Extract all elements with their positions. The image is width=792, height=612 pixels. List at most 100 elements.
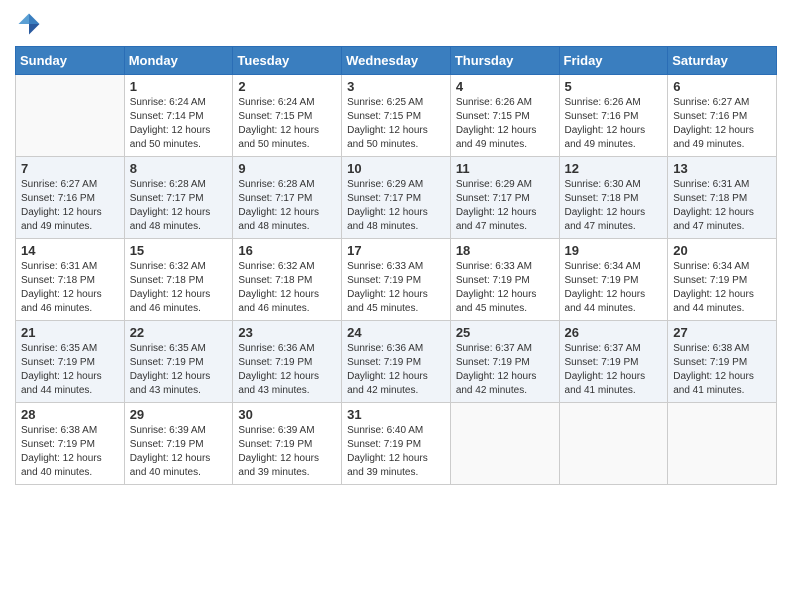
calendar-cell: 17 Sunrise: 6:33 AMSunset: 7:19 PMDayligh…	[342, 239, 451, 321]
day-number: 17	[347, 243, 445, 258]
calendar-cell: 8 Sunrise: 6:28 AMSunset: 7:17 PMDaylight…	[124, 157, 233, 239]
calendar-cell: 18 Sunrise: 6:33 AMSunset: 7:19 PMDayligh…	[450, 239, 559, 321]
days-header-row: SundayMondayTuesdayWednesdayThursdayFrid…	[16, 47, 777, 75]
day-number: 29	[130, 407, 228, 422]
day-number: 22	[130, 325, 228, 340]
day-info: Sunrise: 6:30 AMSunset: 7:18 PMDaylight:…	[565, 178, 663, 234]
logo-icon	[15, 10, 43, 38]
day-number: 23	[238, 325, 336, 340]
day-info: Sunrise: 6:29 AMSunset: 7:17 PMDaylight:…	[456, 178, 554, 234]
day-info: Sunrise: 6:25 AMSunset: 7:15 PMDaylight:…	[347, 96, 445, 152]
day-info: Sunrise: 6:28 AMSunset: 7:17 PMDaylight:…	[238, 178, 336, 234]
day-info: Sunrise: 6:33 AMSunset: 7:19 PMDaylight:…	[456, 260, 554, 316]
day-number: 15	[130, 243, 228, 258]
calendar-cell: 19 Sunrise: 6:34 AMSunset: 7:19 PMDayligh…	[559, 239, 668, 321]
calendar-week-row: 1 Sunrise: 6:24 AMSunset: 7:14 PMDaylight…	[16, 75, 777, 157]
calendar-cell: 13Sunrise: 6:31 AMSunset: 7:18 PMDayligh…	[668, 157, 777, 239]
calendar-cell: 16 Sunrise: 6:32 AMSunset: 7:18 PMDayligh…	[233, 239, 342, 321]
day-info: Sunrise: 6:26 AMSunset: 7:15 PMDaylight:…	[456, 96, 554, 152]
calendar-cell: 5Sunrise: 6:26 AMSunset: 7:16 PMDaylight…	[559, 75, 668, 157]
day-info: Sunrise: 6:34 AMSunset: 7:19 PMDaylight:…	[673, 260, 771, 316]
day-number: 25	[456, 325, 554, 340]
day-info: Sunrise: 6:35 AMSunset: 7:19 PMDaylight:…	[130, 342, 228, 398]
day-header-monday: Monday	[124, 47, 233, 75]
day-number: 20	[673, 243, 771, 258]
calendar-cell	[450, 403, 559, 485]
day-number: 5	[565, 79, 663, 94]
day-info: Sunrise: 6:40 AMSunset: 7:19 PMDaylight:…	[347, 424, 445, 480]
calendar-cell	[16, 75, 125, 157]
day-number: 11	[456, 161, 554, 176]
day-number: 27	[673, 325, 771, 340]
calendar-cell: 4 Sunrise: 6:26 AMSunset: 7:15 PMDaylight…	[450, 75, 559, 157]
calendar-cell: 24 Sunrise: 6:36 AMSunset: 7:19 PMDayligh…	[342, 321, 451, 403]
day-number: 16	[238, 243, 336, 258]
calendar-cell: 2 Sunrise: 6:24 AMSunset: 7:15 PMDaylight…	[233, 75, 342, 157]
day-info: Sunrise: 6:38 AMSunset: 7:19 PMDaylight:…	[673, 342, 771, 398]
calendar-cell: 10Sunrise: 6:29 AMSunset: 7:17 PMDayligh…	[342, 157, 451, 239]
day-number: 30	[238, 407, 336, 422]
day-info: Sunrise: 6:35 AMSunset: 7:19 PMDaylight:…	[21, 342, 119, 398]
calendar-cell: 26 Sunrise: 6:37 AMSunset: 7:19 PMDayligh…	[559, 321, 668, 403]
day-info: Sunrise: 6:24 AMSunset: 7:14 PMDaylight:…	[130, 96, 228, 152]
day-info: Sunrise: 6:27 AMSunset: 7:16 PMDaylight:…	[21, 178, 119, 234]
calendar-cell: 29 Sunrise: 6:39 AMSunset: 7:19 PMDayligh…	[124, 403, 233, 485]
day-info: Sunrise: 6:29 AMSunset: 7:17 PMDaylight:…	[347, 178, 445, 234]
calendar-cell: 11 Sunrise: 6:29 AMSunset: 7:17 PMDayligh…	[450, 157, 559, 239]
calendar-cell: 14Sunrise: 6:31 AMSunset: 7:18 PMDayligh…	[16, 239, 125, 321]
day-number: 28	[21, 407, 119, 422]
calendar-cell: 22 Sunrise: 6:35 AMSunset: 7:19 PMDayligh…	[124, 321, 233, 403]
calendar-cell	[559, 403, 668, 485]
day-info: Sunrise: 6:36 AMSunset: 7:19 PMDaylight:…	[347, 342, 445, 398]
calendar-cell: 15 Sunrise: 6:32 AMSunset: 7:18 PMDayligh…	[124, 239, 233, 321]
day-number: 8	[130, 161, 228, 176]
day-info: Sunrise: 6:32 AMSunset: 7:18 PMDaylight:…	[238, 260, 336, 316]
day-number: 2	[238, 79, 336, 94]
calendar-week-row: 28 Sunrise: 6:38 AMSunset: 7:19 PMDayligh…	[16, 403, 777, 485]
day-header-tuesday: Tuesday	[233, 47, 342, 75]
calendar-cell: 27 Sunrise: 6:38 AMSunset: 7:19 PMDayligh…	[668, 321, 777, 403]
calendar-cell: 21 Sunrise: 6:35 AMSunset: 7:19 PMDayligh…	[16, 321, 125, 403]
day-header-wednesday: Wednesday	[342, 47, 451, 75]
day-info: Sunrise: 6:39 AMSunset: 7:19 PMDaylight:…	[238, 424, 336, 480]
day-info: Sunrise: 6:34 AMSunset: 7:19 PMDaylight:…	[565, 260, 663, 316]
calendar-cell: 7 Sunrise: 6:27 AMSunset: 7:16 PMDaylight…	[16, 157, 125, 239]
calendar-cell: 31Sunrise: 6:40 AMSunset: 7:19 PMDayligh…	[342, 403, 451, 485]
day-info: Sunrise: 6:27 AMSunset: 7:16 PMDaylight:…	[673, 96, 771, 152]
day-number: 4	[456, 79, 554, 94]
calendar-cell: 20 Sunrise: 6:34 AMSunset: 7:19 PMDayligh…	[668, 239, 777, 321]
day-number: 6	[673, 79, 771, 94]
day-info: Sunrise: 6:28 AMSunset: 7:17 PMDaylight:…	[130, 178, 228, 234]
day-info: Sunrise: 6:37 AMSunset: 7:19 PMDaylight:…	[565, 342, 663, 398]
day-header-sunday: Sunday	[16, 47, 125, 75]
page-header	[15, 10, 777, 38]
day-number: 21	[21, 325, 119, 340]
calendar-cell: 9 Sunrise: 6:28 AMSunset: 7:17 PMDaylight…	[233, 157, 342, 239]
calendar-cell: 12 Sunrise: 6:30 AMSunset: 7:18 PMDayligh…	[559, 157, 668, 239]
day-header-thursday: Thursday	[450, 47, 559, 75]
calendar-cell	[668, 403, 777, 485]
day-info: Sunrise: 6:37 AMSunset: 7:19 PMDaylight:…	[456, 342, 554, 398]
day-number: 7	[21, 161, 119, 176]
calendar-week-row: 21 Sunrise: 6:35 AMSunset: 7:19 PMDayligh…	[16, 321, 777, 403]
calendar-cell: 25 Sunrise: 6:37 AMSunset: 7:19 PMDayligh…	[450, 321, 559, 403]
day-info: Sunrise: 6:24 AMSunset: 7:15 PMDaylight:…	[238, 96, 336, 152]
day-number: 24	[347, 325, 445, 340]
day-number: 26	[565, 325, 663, 340]
day-info: Sunrise: 6:39 AMSunset: 7:19 PMDaylight:…	[130, 424, 228, 480]
day-number: 13	[673, 161, 771, 176]
day-info: Sunrise: 6:33 AMSunset: 7:19 PMDaylight:…	[347, 260, 445, 316]
calendar-cell: 6 Sunrise: 6:27 AMSunset: 7:16 PMDaylight…	[668, 75, 777, 157]
day-info: Sunrise: 6:32 AMSunset: 7:18 PMDaylight:…	[130, 260, 228, 316]
day-number: 9	[238, 161, 336, 176]
calendar-cell: 1 Sunrise: 6:24 AMSunset: 7:14 PMDaylight…	[124, 75, 233, 157]
day-number: 1	[130, 79, 228, 94]
day-number: 18	[456, 243, 554, 258]
calendar-cell: 30 Sunrise: 6:39 AMSunset: 7:19 PMDayligh…	[233, 403, 342, 485]
day-number: 12	[565, 161, 663, 176]
day-info: Sunrise: 6:38 AMSunset: 7:19 PMDaylight:…	[21, 424, 119, 480]
day-info: Sunrise: 6:31 AMSunset: 7:18 PMDaylight:…	[21, 260, 119, 316]
calendar-cell: 3Sunrise: 6:25 AMSunset: 7:15 PMDaylight…	[342, 75, 451, 157]
day-number: 19	[565, 243, 663, 258]
calendar-week-row: 14Sunrise: 6:31 AMSunset: 7:18 PMDayligh…	[16, 239, 777, 321]
